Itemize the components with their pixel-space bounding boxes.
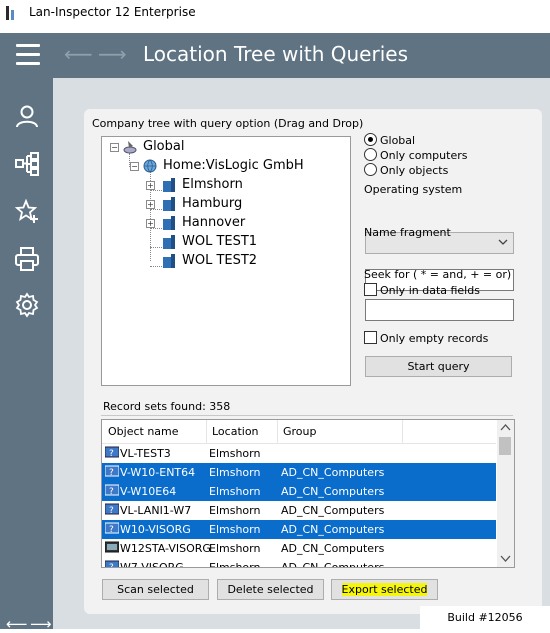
table-row[interactable]: ? W7-VISORG Elmshorn AD_CN_Computers	[102, 558, 496, 568]
records-list[interactable]: Object name Location Group ? VL-TEST3 El…	[101, 419, 515, 568]
column-header-object-name[interactable]: Object name	[108, 425, 179, 438]
svg-text:?: ?	[109, 525, 114, 535]
globe-icon	[143, 159, 157, 173]
app-header: ⟵ ⟶ Location Tree with Queries	[0, 33, 550, 78]
vertical-scrollbar[interactable]	[497, 420, 514, 567]
export-selected-label: Export selected	[341, 583, 428, 596]
only-empty-checkbox[interactable]: Only empty records	[364, 331, 488, 346]
records-found-label: Record sets found: 358	[103, 400, 231, 413]
tree-node-location[interactable]: Elmshorn	[182, 175, 243, 194]
table-row[interactable]: ? VL-TEST3 Elmshorn	[102, 444, 496, 463]
building-icon	[163, 235, 175, 249]
svg-text:?: ?	[109, 506, 114, 516]
collapse-icon[interactable]: −	[130, 162, 139, 171]
sidebar: ⟵ ⟶	[0, 78, 53, 633]
tree-node-location[interactable]: Hannover	[182, 213, 245, 232]
question-computer-icon: ?	[105, 522, 119, 535]
tree-node-location[interactable]: Hamburg	[182, 194, 242, 213]
column-header-group[interactable]: Group	[283, 425, 317, 438]
location-tree[interactable]: − Global − Home:VisLogic GmbH + Elmshorn…	[101, 136, 351, 386]
globe-pin-icon	[123, 141, 137, 154]
page-title: Location Tree with Queries	[143, 42, 408, 66]
delete-selected-button[interactable]: Delete selected	[217, 579, 324, 600]
chevron-up-icon[interactable]	[500, 423, 511, 433]
window-title: Lan-Inspector 12 Enterprise	[29, 5, 196, 19]
radio-only-computers[interactable]: Only computers	[364, 148, 467, 163]
building-icon	[163, 197, 175, 211]
scrollbar-thumb[interactable]	[499, 437, 511, 455]
chevron-down-icon	[498, 239, 508, 245]
expand-icon[interactable]: +	[146, 219, 155, 228]
name-fragment-label: Name fragment	[364, 226, 451, 239]
os-label: Operating system	[364, 183, 463, 196]
user-icon[interactable]	[14, 103, 40, 129]
printer-icon[interactable]	[14, 246, 40, 272]
tree-node-location[interactable]: WOL TEST2	[182, 251, 257, 270]
app-icon	[6, 6, 14, 20]
chevron-down-icon[interactable]	[500, 553, 511, 563]
svg-text:?: ?	[109, 449, 114, 459]
seek-input[interactable]	[365, 299, 514, 321]
collapse-icon[interactable]: −	[110, 143, 119, 152]
hamburger-icon[interactable]	[16, 44, 40, 66]
building-icon	[163, 216, 175, 230]
question-computer-icon: ?	[105, 503, 119, 516]
question-computer-icon: ?	[105, 484, 119, 497]
build-label: Build #12056	[420, 606, 550, 629]
main-area: Company tree with query option (Drag and…	[53, 78, 550, 629]
window-titlebar: Lan-Inspector 12 Enterprise	[0, 0, 306, 28]
table-row[interactable]: W12STA-VISORG Elmshorn AD_CN_Computers	[102, 539, 496, 558]
start-query-button[interactable]: Start query	[365, 356, 512, 377]
table-row[interactable]: ? V-W10-ENT64 Elmshorn AD_CN_Computers	[102, 463, 496, 482]
divider	[101, 415, 513, 416]
gear-icon[interactable]	[14, 292, 40, 318]
table-row[interactable]: ? W10-VISORG Elmshorn AD_CN_Computers	[102, 520, 496, 539]
arrow-right-icon[interactable]: ⟶	[98, 43, 127, 65]
tree-node-company[interactable]: Home:VisLogic GmbH	[163, 156, 304, 175]
building-icon	[163, 254, 175, 268]
question-computer-icon: ?	[105, 446, 119, 459]
query-panel: Company tree with query option (Drag and…	[84, 109, 542, 614]
export-selected-button[interactable]: Export selected	[331, 579, 438, 600]
scan-selected-button[interactable]: Scan selected	[102, 579, 209, 600]
svg-text:?: ?	[109, 468, 114, 478]
radio-global[interactable]: Global	[364, 133, 415, 148]
svg-text:?: ?	[109, 563, 114, 568]
hierarchy-icon[interactable]	[14, 151, 40, 177]
only-data-fields-checkbox[interactable]: Only in data fields	[364, 283, 480, 298]
arrow-left-icon[interactable]: ⟵	[64, 43, 93, 65]
question-computer-icon: ?	[105, 465, 119, 478]
table-row[interactable]: ? VL-LANI1-W7 Elmshorn AD_CN_Computers	[102, 501, 496, 520]
tree-node-global[interactable]: Global	[143, 137, 184, 156]
tree-node-location[interactable]: WOL TEST1	[182, 232, 257, 251]
column-header-location[interactable]: Location	[212, 425, 259, 438]
arrow-left-icon[interactable]: ⟵	[6, 615, 28, 633]
seek-label: Seek for ( * = and, + = or)	[364, 268, 512, 281]
star-plus-icon[interactable]	[14, 198, 40, 224]
arrow-right-icon[interactable]: ⟶	[30, 615, 52, 633]
computer-icon	[105, 541, 119, 553]
radio-only-objects[interactable]: Only objects	[364, 163, 448, 178]
question-computer-icon: ?	[105, 560, 119, 568]
svg-text:?: ?	[109, 487, 114, 497]
group-label: Company tree with query option (Drag and…	[92, 117, 364, 130]
expand-icon[interactable]: +	[146, 181, 155, 190]
expand-icon[interactable]: +	[146, 200, 155, 209]
building-icon	[163, 178, 175, 192]
list-header: Object name Location Group	[102, 420, 496, 444]
table-row[interactable]: ? V-W10E64 Elmshorn AD_CN_Computers	[102, 482, 496, 501]
